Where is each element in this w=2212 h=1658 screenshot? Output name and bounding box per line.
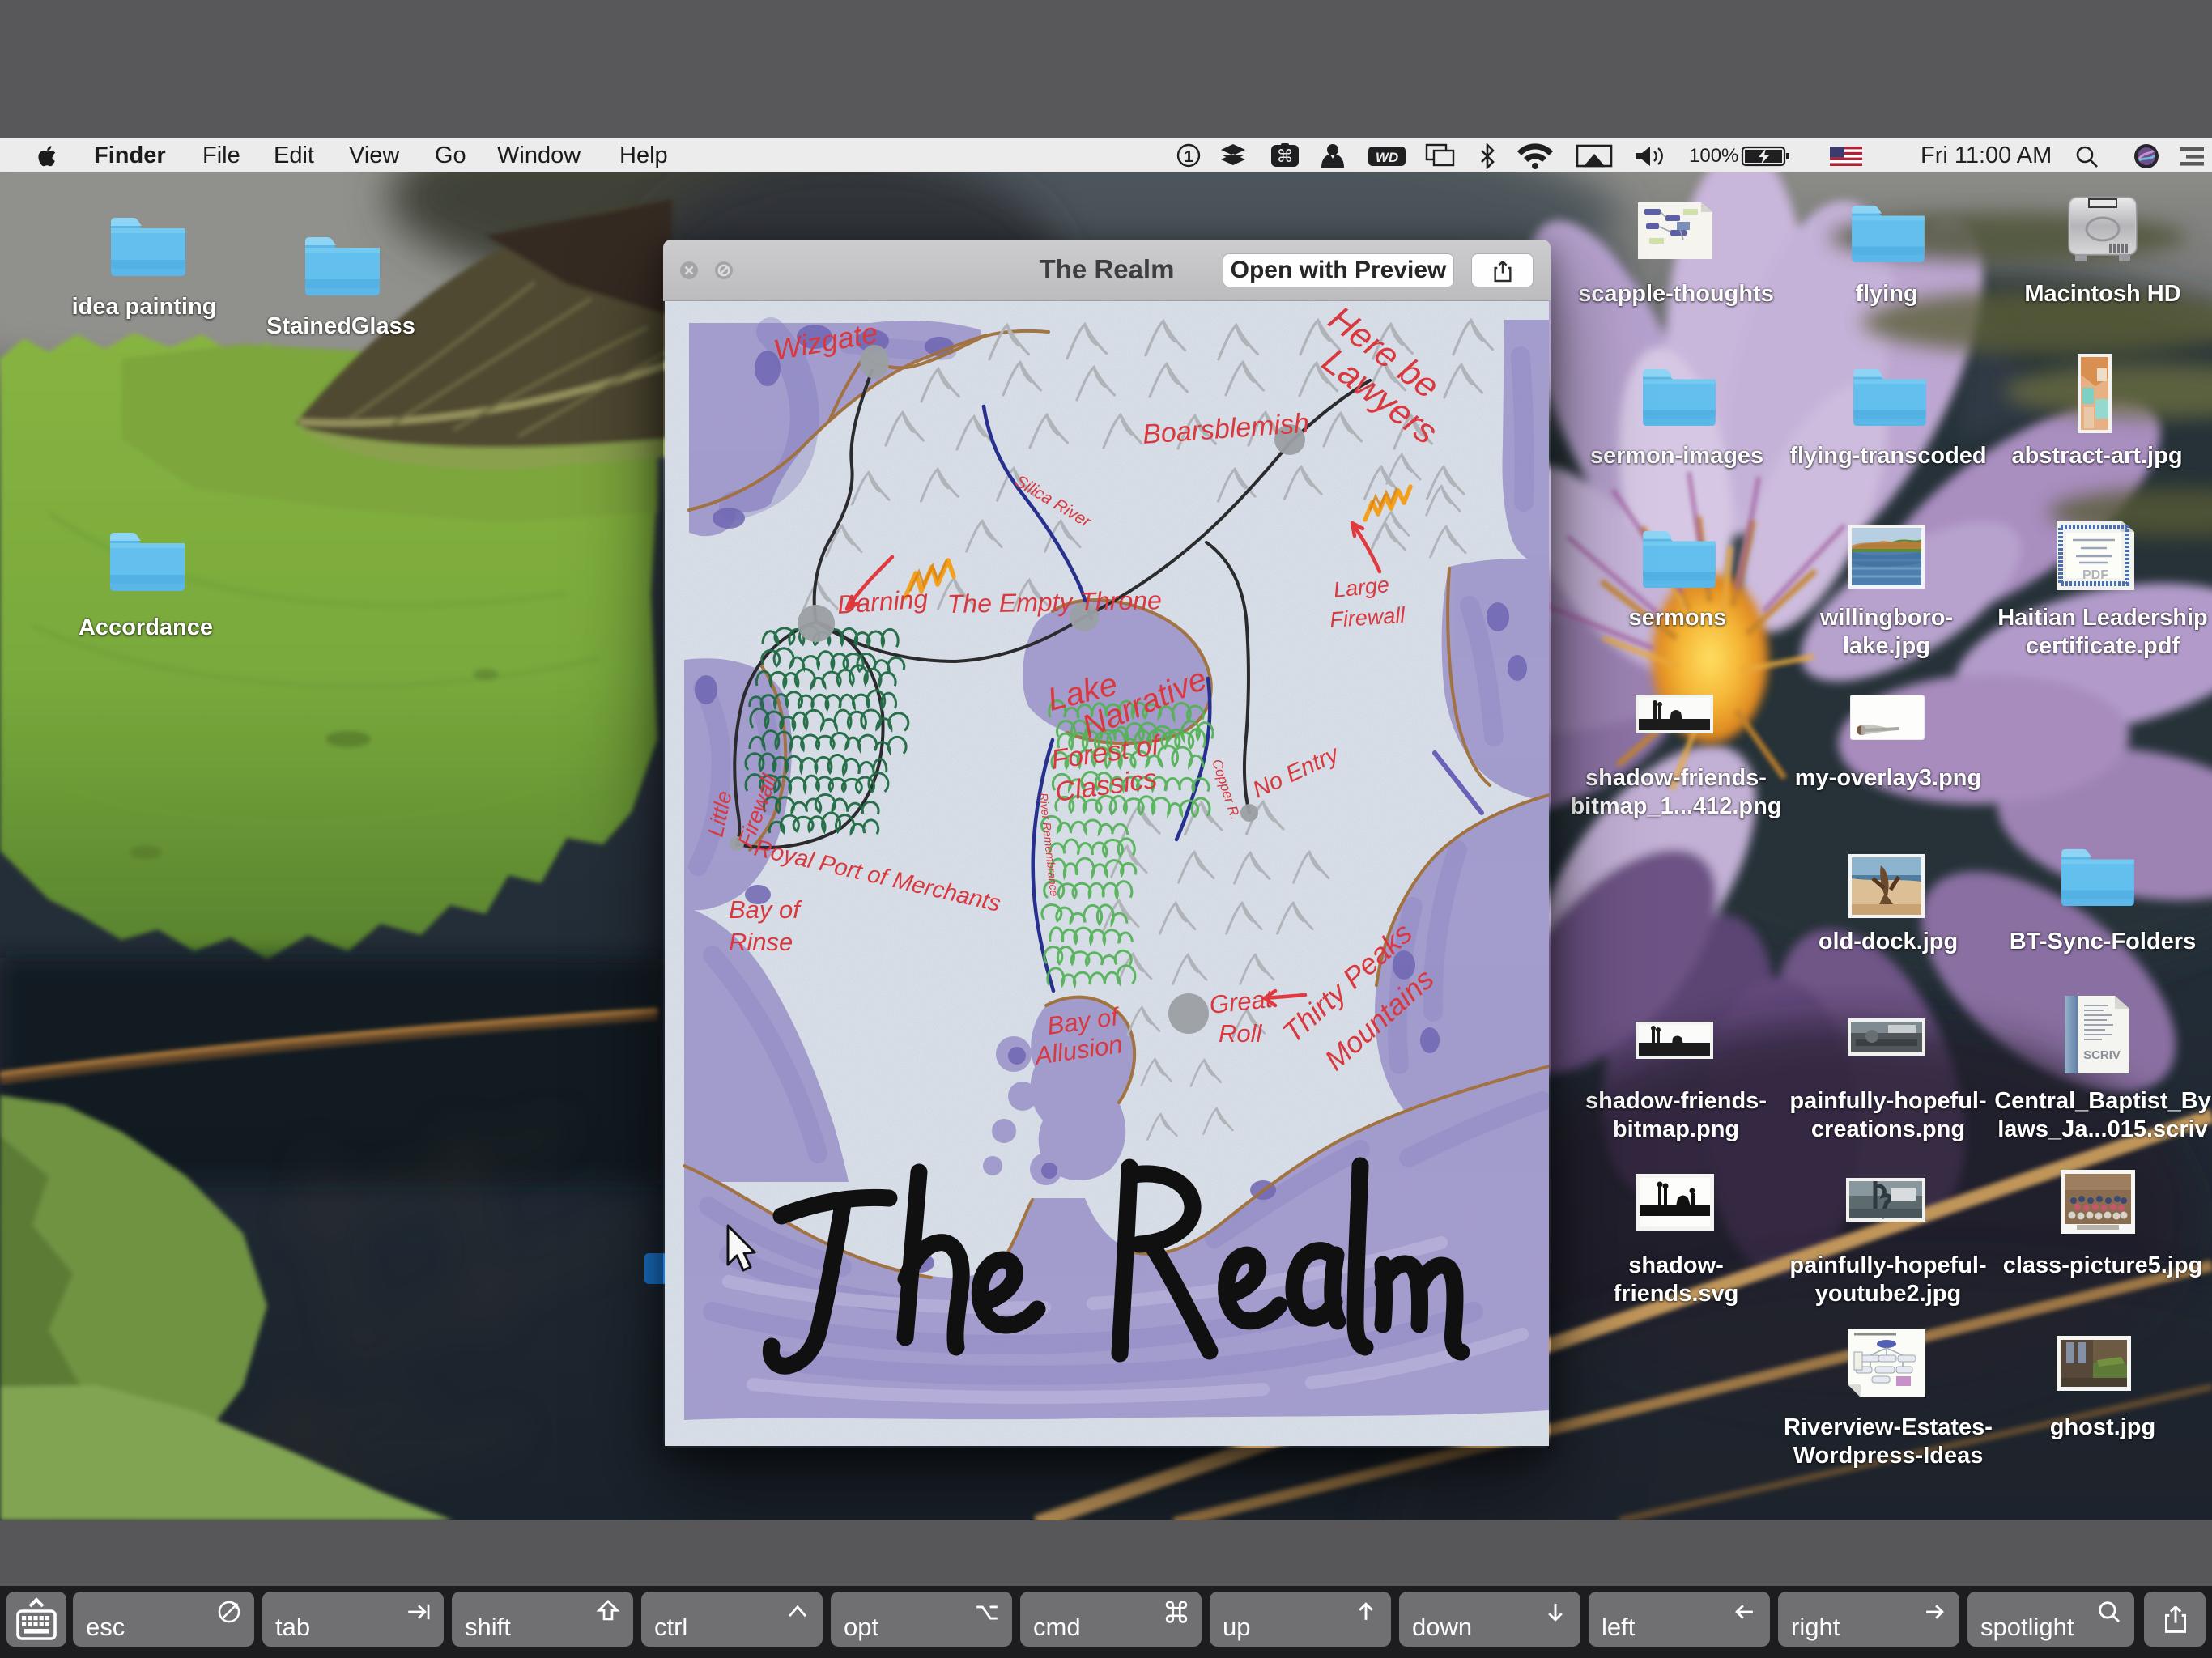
svg-text:100%: 100% [1689, 145, 1738, 167]
svg-text:PDF: PDF [2082, 568, 2108, 582]
svg-text:WD: WD [1376, 150, 1398, 165]
svg-text:Rinse: Rinse [729, 928, 793, 956]
svg-text:SCRIV: SCRIV [2083, 1048, 2121, 1062]
svg-text:Roll: Roll [1219, 1019, 1263, 1048]
svg-text:⌘: ⌘ [1277, 147, 1294, 166]
svg-text:Fri 11:00 AM: Fri 11:00 AM [1921, 143, 2052, 168]
svg-text:Bay of: Bay of [729, 895, 802, 924]
svg-text:1: 1 [1184, 148, 1193, 166]
svg-text:The Empty Throne: The Empty Throne [946, 585, 1162, 619]
